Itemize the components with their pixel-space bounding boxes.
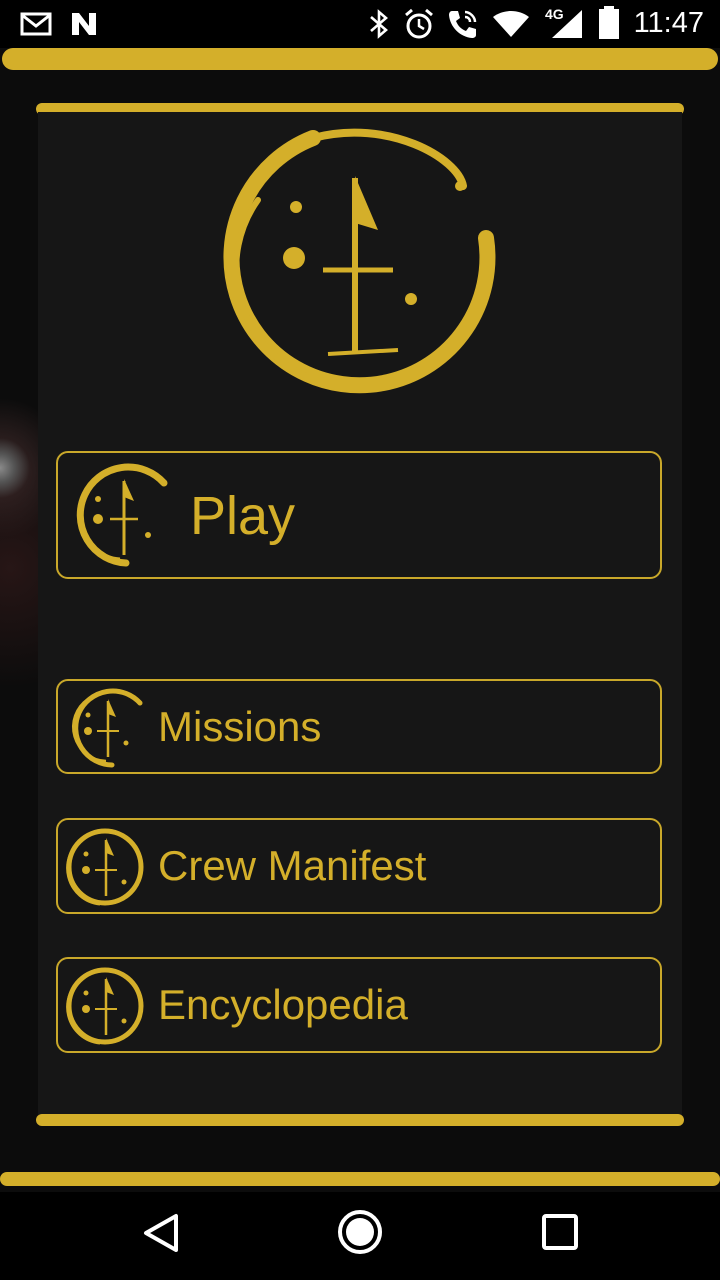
top-outer-bar — [2, 48, 718, 70]
battery-icon — [599, 6, 619, 39]
recents-icon[interactable] — [540, 1212, 580, 1252]
bluetooth-icon — [370, 9, 388, 39]
bottom-inner-bar — [36, 1114, 684, 1126]
missions-label: Missions — [158, 703, 322, 750]
wifi-icon — [493, 11, 529, 37]
crescent-emblem-icon — [72, 688, 143, 768]
crew-manifest-button[interactable]: Crew Manifest — [56, 818, 662, 914]
encyclopedia-button[interactable]: Encyclopedia — [56, 957, 662, 1053]
crescent-emblem-icon — [66, 967, 144, 1045]
clock: 11:47 — [633, 7, 704, 39]
status-bar: 4G 11:47 — [0, 0, 720, 48]
crescent-emblem-icon — [223, 128, 496, 394]
play-label: Play — [190, 486, 296, 546]
bottom-outer-bar — [0, 1172, 720, 1186]
navigation-bar — [0, 1192, 720, 1280]
gmail-icon — [20, 12, 52, 36]
crescent-emblem-icon — [76, 463, 168, 567]
call-icon — [449, 10, 477, 38]
alarm-icon — [405, 8, 433, 39]
play-button[interactable]: Play — [56, 451, 662, 579]
crescent-emblem-icon — [66, 828, 144, 906]
signal-icon — [552, 10, 582, 38]
home-icon[interactable] — [336, 1208, 384, 1256]
encyclopedia-label: Encyclopedia — [158, 981, 408, 1028]
missions-button[interactable]: Missions — [56, 679, 662, 774]
n-icon — [72, 13, 96, 35]
crew-manifest-label: Crew Manifest — [158, 842, 427, 889]
back-icon[interactable] — [138, 1210, 184, 1256]
